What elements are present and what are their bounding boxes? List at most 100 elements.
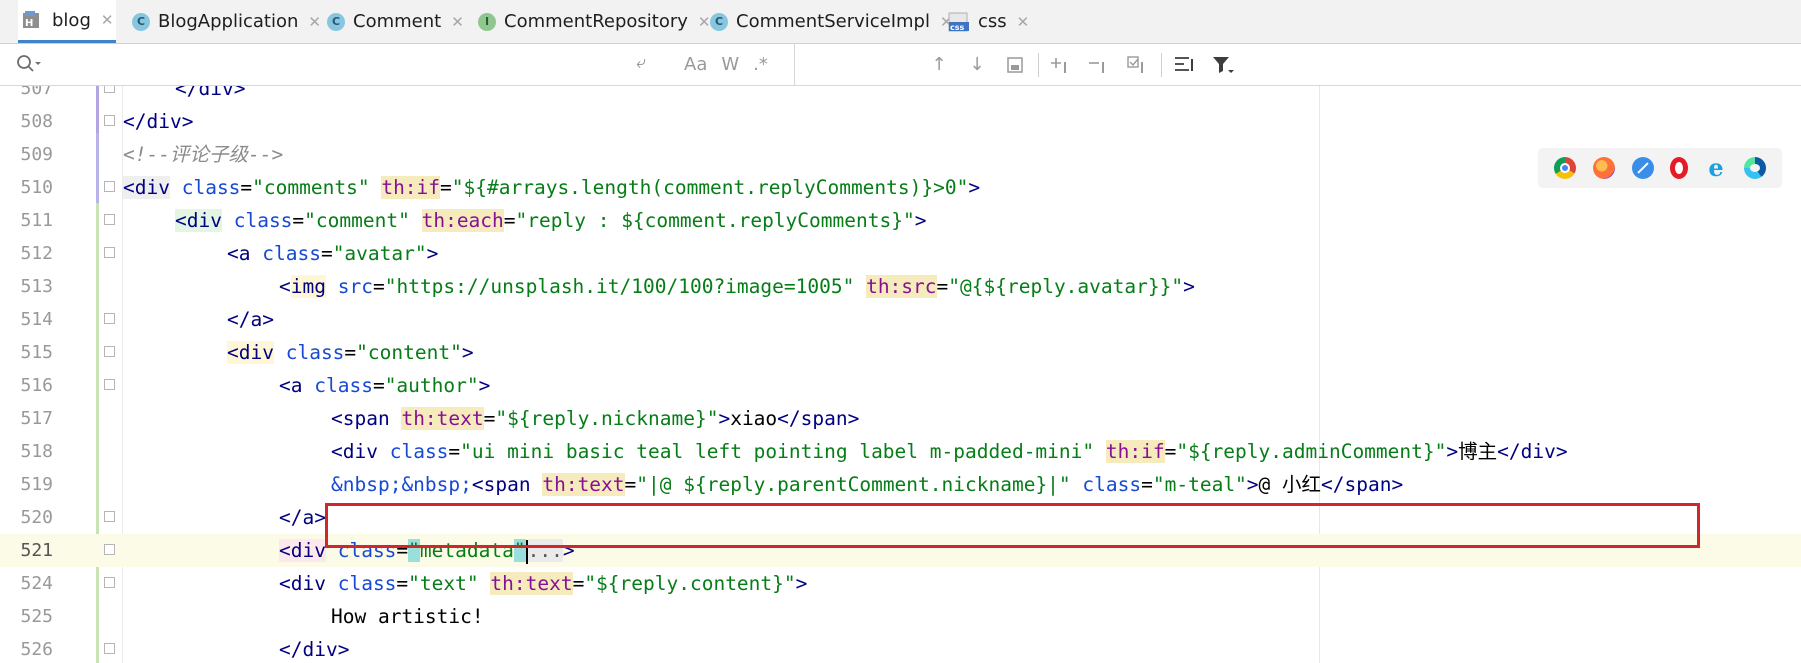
close-icon[interactable]: ✕ [1017,13,1030,31]
match-case-toggle[interactable]: Aa [684,54,707,75]
line-number: 514 [20,309,53,330]
run-class-icon: C [132,12,150,31]
select-all-icon[interactable] [1119,44,1157,85]
code-line: 510 <div class="comments" th:if="${#arra… [0,171,1801,204]
tab-label: CommentRepository [504,11,688,32]
code-text: </div> [279,638,350,661]
code-text: <div class="text" th:text="${reply.conte… [279,572,808,595]
safari-icon[interactable] [1631,157,1654,179]
line-number: 511 [20,210,53,231]
fold-marker-icon[interactable] [104,379,115,390]
code-line: 524 <div class="text" th:text="${reply.c… [0,567,1801,600]
code-text: <img src="https://unsplash.it/100/100?im… [279,275,1195,298]
chrome-icon[interactable] [1554,157,1577,179]
tab-blogapplication[interactable]: C BlogApplication ✕ [132,0,321,43]
close-icon[interactable]: ✕ [451,13,464,31]
fold-marker-icon[interactable] [104,577,115,588]
code-text: <div class="ui mini basic teal left poin… [331,440,1568,463]
code-line: 514 </a> [0,303,1801,336]
line-number: 525 [20,606,53,627]
fold-marker-icon[interactable] [104,181,115,192]
line-number: 516 [20,375,53,396]
close-icon[interactable]: ✕ [308,13,321,31]
line-number: 507 [20,86,53,99]
ie-icon[interactable]: e [1705,156,1727,180]
code-line: 517 <span th:text="${reply.nickname}">xi… [0,402,1801,435]
fold-marker-icon[interactable] [104,247,115,258]
expand-fold-icon[interactable] [104,544,115,555]
code-text: </div> [123,110,194,133]
search-options: Aa W .* [672,44,768,85]
filter-search-results-icon[interactable] [1166,44,1204,85]
class-icon: C [710,12,728,31]
tab-css[interactable]: css css ✕ [948,0,1029,43]
toolbar-divider [1038,52,1039,77]
tab-comment[interactable]: C Comment ✕ [327,0,464,43]
tab-label: blog [52,9,91,31]
regex-toggle[interactable]: .* [753,54,768,75]
fold-marker-icon[interactable] [104,115,115,126]
close-icon[interactable]: ✕ [101,11,114,29]
code-line: 512 <a class="avatar"> [0,237,1801,270]
code-line: 513 <img src="https://unsplash.it/100/10… [0,270,1801,303]
tab-commentserviceimpl[interactable]: C CommentServiceImpl ✕ [710,0,953,43]
tab-label: css [978,11,1007,32]
words-toggle[interactable]: W [721,54,739,75]
code-editor[interactable]: 507 </div> 508 </div> 509 <!--评论子级--> 51… [0,86,1801,663]
search-input[interactable] [46,52,610,78]
css-file-icon: css [948,12,970,32]
tab-commentrepository[interactable]: I CommentRepository ✕ [478,0,710,43]
search-tools: ↑ ↓ [920,44,1242,85]
search-icon[interactable] [16,54,42,78]
line-number: 518 [20,441,53,462]
code-line: 526 </div> [0,633,1801,663]
svg-text:css: css [950,23,965,32]
code-text: &nbsp;&nbsp;<span th:text="|@ ${reply.pa… [331,473,1404,496]
fold-marker-icon[interactable] [104,346,115,357]
newline-icon[interactable]: ⤶ [636,52,646,73]
remove-occurrence-icon[interactable] [1081,44,1119,85]
line-number: 526 [20,639,53,660]
class-icon: C [327,12,345,31]
interface-icon: I [478,12,496,31]
previous-occurrence-icon[interactable]: ↑ [920,44,958,85]
line-number: 519 [20,474,53,495]
editor-tab-bar: H blog ✕ C BlogApplication ✕ C Comment ✕… [0,0,1801,44]
fold-marker-icon[interactable] [104,511,115,522]
line-number: 510 [20,177,53,198]
tab-label: Comment [353,11,442,32]
edge-icon[interactable] [1743,157,1766,179]
code-line: 518 <div class="ui mini basic teal left … [0,435,1801,468]
fold-marker-icon[interactable] [104,643,115,654]
code-text: <div class="comment" th:each="reply : ${… [175,209,927,232]
close-icon[interactable]: ✕ [698,13,711,31]
code-text: <a class="author"> [279,374,491,397]
code-line: 509 <!--评论子级--> [0,138,1801,171]
add-occurrence-icon[interactable] [1043,44,1081,85]
line-number: 521 [20,540,53,561]
code-line: 525 How artistic! [0,600,1801,633]
fold-marker-icon[interactable] [104,214,115,225]
filter-icon[interactable] [1204,44,1242,85]
code-line: 515 <div class="content"> [0,336,1801,369]
fold-marker-icon[interactable] [104,86,115,93]
browser-preview-strip: e [1538,148,1782,188]
svg-text:H: H [25,18,33,29]
code-text: <a class="avatar"> [227,242,439,265]
line-number: 513 [20,276,53,297]
highlight-annotation-box [325,503,1700,548]
line-number: 524 [20,573,53,594]
line-number: 520 [20,507,53,528]
line-number: 509 [20,144,53,165]
fold-marker-icon[interactable] [104,313,115,324]
opera-icon[interactable] [1670,157,1689,179]
firefox-icon[interactable] [1592,157,1615,179]
code-text: <div class="comments" th:if="${#arrays.l… [123,176,981,199]
code-text: </div> [175,86,246,100]
next-occurrence-icon[interactable]: ↓ [958,44,996,85]
code-line: 511 <div class="comment" th:each="reply … [0,204,1801,237]
code-text: <span th:text="${reply.nickname}">xiao</… [331,407,860,430]
tab-blog[interactable]: H blog ✕ [18,0,116,43]
select-all-occurrences-icon[interactable] [996,44,1034,85]
find-toolbar: ⤶ Aa W .* ↑ ↓ [0,44,1801,86]
